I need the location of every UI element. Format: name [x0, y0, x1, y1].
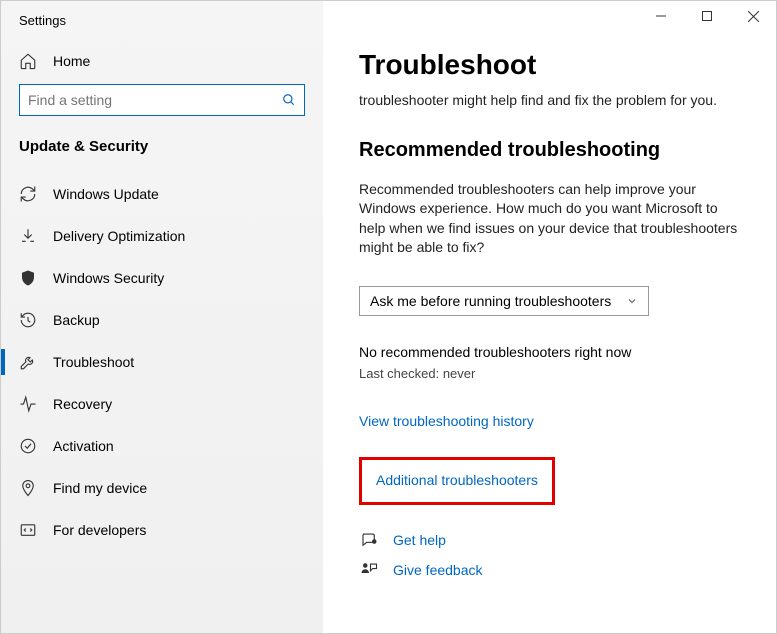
- search-icon: [282, 93, 296, 107]
- window-controls: [638, 1, 776, 31]
- sidebar-item-recovery[interactable]: Recovery: [1, 383, 323, 425]
- window-title: Settings: [1, 13, 323, 46]
- sidebar-item-label: For developers: [53, 522, 146, 538]
- sidebar-item-delivery-optimization[interactable]: Delivery Optimization: [1, 215, 323, 257]
- maximize-button[interactable]: [684, 1, 730, 31]
- sidebar: Settings Home Update & Security Windows …: [1, 1, 323, 633]
- page-title: Troubleshoot: [359, 49, 740, 81]
- close-button[interactable]: [730, 1, 776, 31]
- section-heading: Recommended troubleshooting: [359, 139, 740, 162]
- check-circle-icon: [19, 437, 37, 455]
- section-body: Recommended troubleshooters can help imp…: [359, 180, 740, 258]
- shield-icon: [19, 269, 37, 287]
- search-input-container[interactable]: [19, 84, 305, 116]
- download-icon: [19, 227, 37, 245]
- intro-text: troubleshooter might help find and fix t…: [359, 91, 740, 111]
- main-panel: Troubleshoot troubleshooter might help f…: [323, 1, 776, 633]
- sync-icon: [19, 185, 37, 203]
- sidebar-item-backup[interactable]: Backup: [1, 299, 323, 341]
- sidebar-item-label: Backup: [53, 312, 100, 328]
- content-area: Troubleshoot troubleshooter might help f…: [323, 1, 776, 591]
- search-input[interactable]: [28, 92, 282, 108]
- view-history-link[interactable]: View troubleshooting history: [359, 413, 534, 429]
- minimize-button[interactable]: [638, 1, 684, 31]
- give-feedback-link[interactable]: Give feedback: [393, 562, 483, 578]
- get-help-link[interactable]: Get help: [393, 532, 446, 548]
- developer-icon: [19, 521, 37, 539]
- history-icon: [19, 311, 37, 329]
- chevron-down-icon: [626, 295, 638, 307]
- additional-troubleshooters-link[interactable]: Additional troubleshooters: [376, 472, 538, 488]
- dropdown-value: Ask me before running troubleshooters: [370, 293, 611, 309]
- feedback-icon: [359, 561, 379, 579]
- location-icon: [19, 479, 37, 497]
- chat-icon: ?: [359, 531, 379, 549]
- give-feedback-row[interactable]: Give feedback: [359, 561, 740, 579]
- sidebar-item-label: Windows Security: [53, 270, 164, 286]
- home-label: Home: [53, 53, 90, 69]
- sidebar-item-windows-security[interactable]: Windows Security: [1, 257, 323, 299]
- sidebar-item-label: Windows Update: [53, 186, 159, 202]
- sidebar-item-label: Find my device: [53, 480, 147, 496]
- sidebar-item-activation[interactable]: Activation: [1, 425, 323, 467]
- sidebar-item-label: Recovery: [53, 396, 112, 412]
- sidebar-item-label: Troubleshoot: [53, 354, 134, 370]
- sidebar-item-label: Activation: [53, 438, 114, 454]
- svg-text:?: ?: [373, 540, 375, 544]
- troubleshoot-preference-dropdown[interactable]: Ask me before running troubleshooters: [359, 286, 649, 316]
- get-help-row[interactable]: ? Get help: [359, 531, 740, 549]
- sidebar-item-label: Delivery Optimization: [53, 228, 185, 244]
- home-button[interactable]: Home: [1, 46, 323, 84]
- last-checked-text: Last checked: never: [359, 366, 740, 381]
- wrench-icon: [19, 353, 37, 371]
- sidebar-item-windows-update[interactable]: Windows Update: [1, 173, 323, 215]
- section-header: Update & Security: [1, 138, 323, 173]
- home-icon: [19, 52, 37, 70]
- recovery-icon: [19, 395, 37, 413]
- sidebar-item-for-developers[interactable]: For developers: [1, 509, 323, 551]
- sidebar-item-find-my-device[interactable]: Find my device: [1, 467, 323, 509]
- sidebar-item-troubleshoot[interactable]: Troubleshoot: [1, 341, 323, 383]
- highlight-annotation: Additional troubleshooters: [359, 457, 555, 505]
- status-text: No recommended troubleshooters right now: [359, 344, 740, 360]
